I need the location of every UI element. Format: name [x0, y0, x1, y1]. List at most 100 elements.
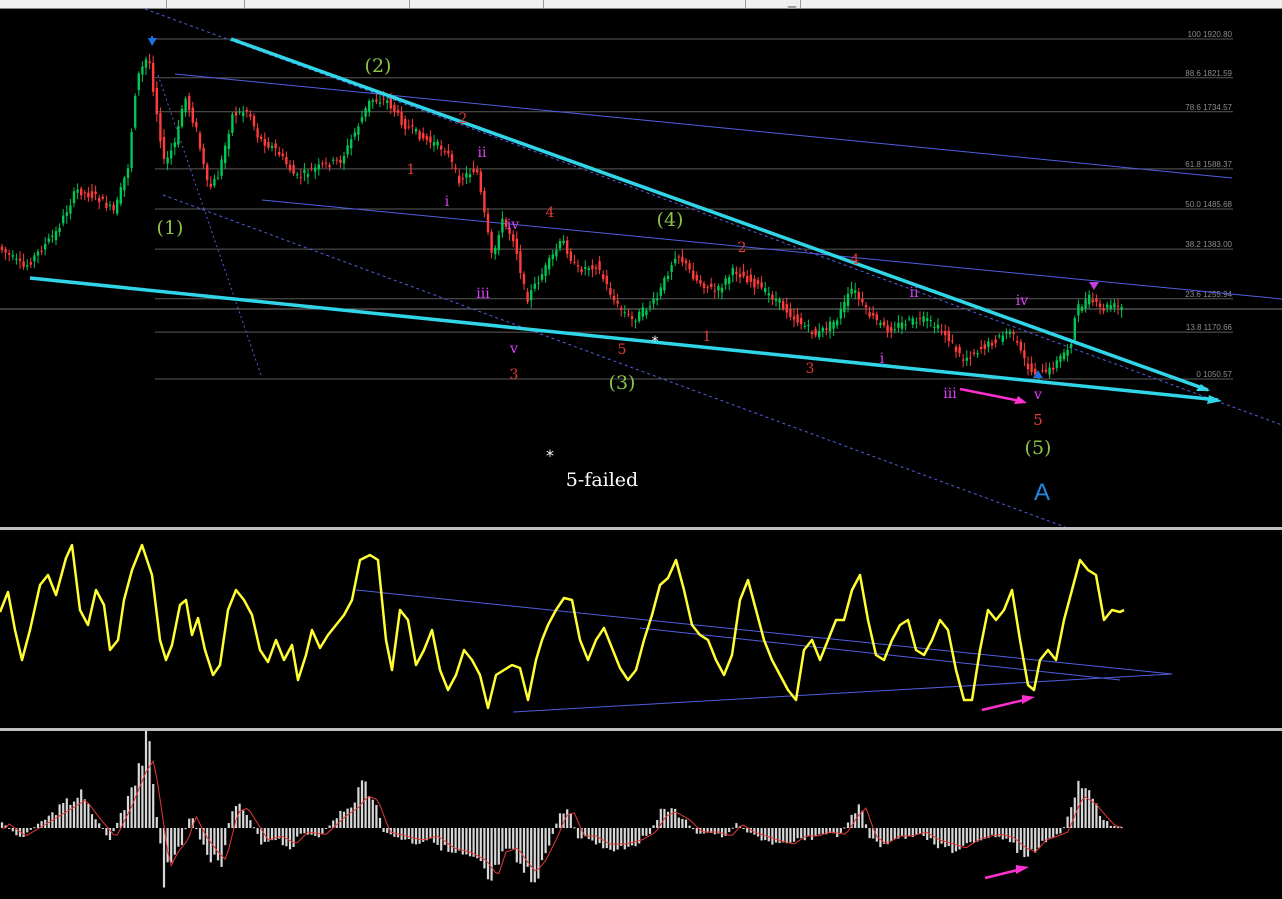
histogram-pane[interactable]	[0, 731, 1282, 899]
histogram-bar	[548, 828, 551, 846]
wave-label-minor: 4	[546, 205, 555, 221]
histogram-bar	[684, 819, 688, 828]
histogram-bar	[728, 828, 731, 833]
histogram-bar	[695, 828, 698, 834]
candle-body	[8, 253, 11, 255]
candle-body	[4, 249, 7, 253]
histogram-bar	[324, 828, 328, 829]
histogram-bar	[602, 828, 605, 849]
histogram-bar	[533, 828, 536, 883]
candle-body	[857, 292, 860, 300]
candle-body	[234, 112, 238, 116]
histogram-bar	[483, 828, 486, 869]
histogram-bar	[645, 828, 648, 836]
histogram-bar	[530, 828, 533, 883]
histogram-bar	[224, 828, 227, 846]
histogram-bar	[900, 828, 904, 836]
histogram-bar	[1098, 815, 1102, 828]
candle-body	[418, 131, 421, 140]
candle-body	[915, 322, 918, 324]
candle-body	[710, 283, 713, 287]
candle-body	[947, 330, 950, 342]
histogram-bar	[929, 828, 932, 839]
candle-body	[832, 321, 835, 329]
candle-body	[656, 298, 659, 301]
candle-body	[242, 112, 245, 117]
signal-line	[2, 759, 1122, 875]
histogram-bar	[522, 828, 526, 873]
candle-body	[1066, 349, 1069, 356]
histogram-bar	[249, 820, 252, 828]
wave-label-minor: 1	[703, 329, 712, 345]
candle-body	[368, 101, 371, 112]
candle-body	[918, 318, 922, 320]
histogram-bar	[148, 741, 151, 828]
candle-body	[29, 262, 32, 265]
candle-body	[796, 314, 799, 323]
histogram-bar	[519, 828, 522, 864]
histogram-bar	[893, 828, 896, 840]
histogram-bar	[890, 828, 893, 842]
candle-body	[616, 300, 619, 304]
histogram-bar	[681, 818, 684, 828]
histogram-bar	[105, 828, 108, 836]
candle-body	[699, 280, 702, 284]
histogram-bar	[1012, 828, 1015, 843]
histogram-bar	[864, 824, 868, 828]
candle-body	[170, 150, 173, 159]
histogram-bar	[951, 828, 954, 854]
candle-body	[555, 250, 558, 257]
candle-body	[1109, 305, 1112, 309]
fib-level-label: 61.8 1588.37	[1185, 160, 1232, 169]
candle-body	[969, 357, 972, 359]
histogram-bar	[213, 828, 216, 855]
histogram-bar	[803, 828, 806, 841]
candle-body	[123, 177, 126, 191]
fib-level-label: 78.6 1734.57	[1185, 103, 1232, 112]
candle-body	[1030, 363, 1033, 373]
candle-body	[375, 99, 378, 102]
candle-body	[303, 170, 306, 174]
candle-body	[519, 251, 522, 273]
candle-body	[717, 286, 720, 291]
price-pane[interactable]: 100 1920.80 88.6 1821.59 78.6 1734.57 61.8 …	[0, 9, 1282, 527]
wave-label-minor: 2	[738, 240, 747, 256]
candle-body	[821, 327, 824, 332]
candle-body	[839, 309, 842, 319]
histogram-bar	[814, 828, 817, 836]
histogram-bar	[544, 828, 547, 854]
candle-body	[846, 293, 850, 306]
candle-body	[26, 265, 29, 267]
wave-label-minor: 3	[510, 367, 519, 383]
candle-body	[548, 258, 551, 270]
candle-body	[134, 95, 137, 128]
candle-body	[926, 318, 929, 321]
candle-body	[69, 205, 72, 214]
candle-body	[465, 173, 468, 178]
candle-body	[310, 168, 313, 170]
histogram-bar	[288, 828, 292, 850]
candle-body	[537, 282, 540, 284]
histogram-bar	[576, 828, 580, 839]
histogram-bar	[620, 828, 623, 846]
cycle-wave-label: A	[1034, 479, 1050, 506]
candle-body	[1052, 367, 1055, 370]
candle-body	[317, 164, 320, 170]
histogram-bar	[846, 822, 850, 828]
fib-level-label: 23.6 1255.94	[1185, 290, 1232, 299]
histogram-bar	[962, 828, 965, 846]
wave-label-minute: iv	[507, 217, 519, 233]
oscillator-pane[interactable]	[0, 530, 1282, 728]
histogram-bar	[209, 828, 212, 863]
candle-body	[429, 136, 432, 143]
candle-body	[1120, 306, 1123, 310]
candle-body	[800, 318, 803, 325]
histogram-bar	[1026, 828, 1030, 857]
histogram-bar	[76, 797, 79, 828]
histogram-bar	[33, 827, 36, 829]
candle-body	[864, 305, 868, 308]
wave-label-minor: 1	[407, 162, 416, 178]
histogram-bar	[299, 828, 302, 834]
candle-body	[494, 247, 497, 255]
candle-body	[764, 287, 767, 292]
